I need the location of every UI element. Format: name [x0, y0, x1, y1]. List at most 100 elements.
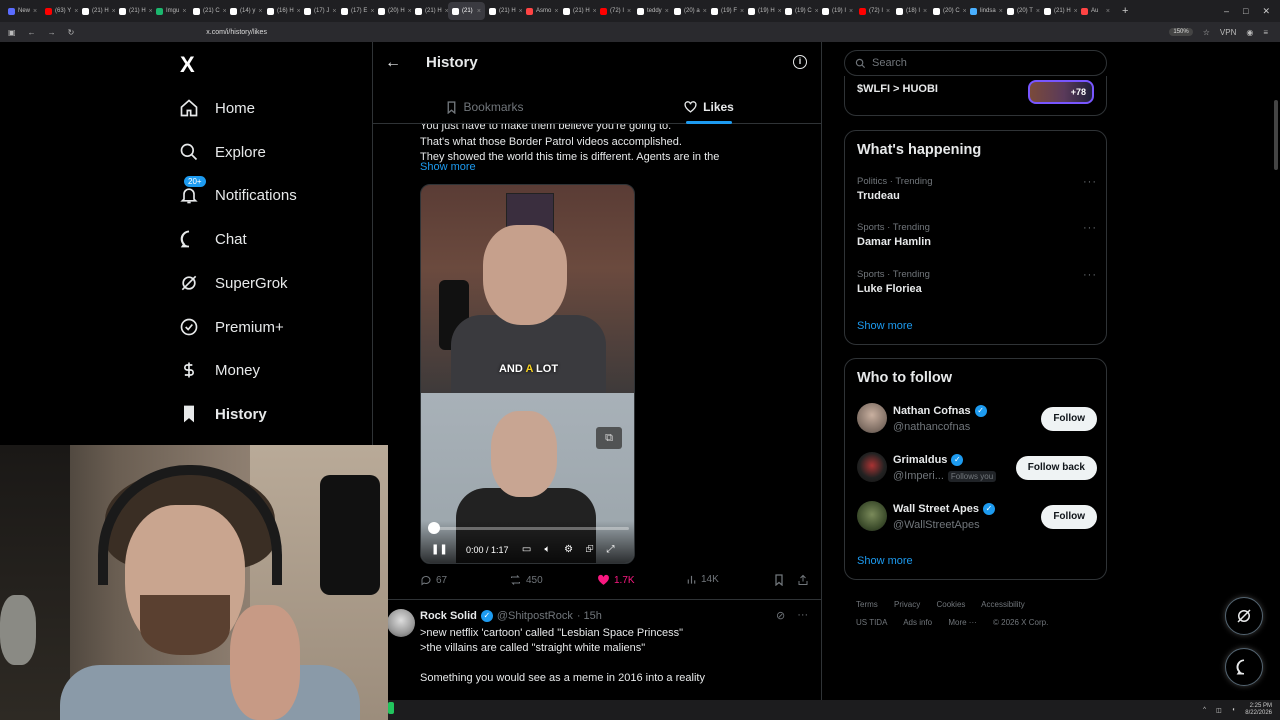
nav-item-explore[interactable]: Explore: [178, 137, 266, 167]
star-icon[interactable]: ☆: [1203, 28, 1210, 37]
captions-icon[interactable]: ▭: [520, 543, 534, 557]
close-window-icon[interactable]: ✕: [1262, 6, 1270, 17]
pip-icon[interactable]: ⧉: [596, 427, 622, 449]
taskbar-app-icon[interactable]: [388, 702, 394, 714]
browser-tab[interactable]: Imgu ×: [152, 2, 189, 20]
browser-tab[interactable]: (20) H ×: [374, 2, 411, 20]
close-tab-icon[interactable]: ×: [554, 8, 558, 15]
repost-button[interactable]: 450: [509, 574, 543, 586]
settings-gear-icon[interactable]: ⚙: [562, 543, 576, 557]
tweet-show-more[interactable]: Show more: [420, 161, 476, 173]
trends-show-more[interactable]: Show more: [857, 320, 913, 332]
author-name[interactable]: Rock Solid: [420, 610, 477, 622]
footer-link[interactable]: US TIDA: [856, 618, 887, 627]
vpn-badge[interactable]: VPN: [1220, 28, 1236, 37]
maximize-icon[interactable]: □: [1243, 6, 1248, 17]
browser-tab[interactable]: (21) H ×: [559, 2, 596, 20]
browser-tab[interactable]: (17) E ×: [337, 2, 374, 20]
browser-tab[interactable]: (19) I ×: [818, 2, 855, 20]
follow-suggestion[interactable]: Grimaldus ✓ @Imperi... Follows you Follo…: [857, 452, 1097, 486]
close-tab-icon[interactable]: ×: [665, 8, 669, 15]
nav-item-history[interactable]: History: [178, 399, 267, 429]
close-tab-icon[interactable]: ×: [477, 8, 481, 15]
more-options-icon[interactable]: ···: [1083, 222, 1097, 234]
browser-tab[interactable]: (19) F ×: [707, 2, 744, 20]
follow-button[interactable]: Follow: [1041, 505, 1097, 529]
tab-likes[interactable]: Likes: [597, 90, 821, 124]
browser-tab[interactable]: (20) T ×: [1003, 2, 1040, 20]
zoom-level[interactable]: 150%: [1169, 28, 1193, 36]
nav-item-home[interactable]: Home: [178, 93, 255, 123]
who-to-follow-show-more[interactable]: Show more: [857, 555, 913, 567]
browser-tab[interactable]: (72) I ×: [855, 2, 892, 20]
browser-tab[interactable]: (17) J ×: [300, 2, 337, 20]
nav-item-notifications[interactable]: 20+ Notifications: [178, 176, 297, 210]
browser-tab[interactable]: (21) H ×: [411, 2, 448, 20]
tweet-time[interactable]: · 15h: [577, 610, 602, 622]
video-player[interactable]: AND A LOT ⧉ ❚❚ 0:00 / 1:17 ▭ 🔈︎ ⚙ ⮺ ⤢: [420, 184, 635, 564]
back-nav-icon[interactable]: ←: [28, 28, 36, 37]
follow-back-button[interactable]: Follow back: [1015, 456, 1097, 480]
close-tab-icon[interactable]: ×: [332, 8, 336, 15]
browser-tab[interactable]: (19) H ×: [744, 2, 781, 20]
browser-tab[interactable]: (21) ×: [448, 2, 485, 20]
views-button[interactable]: 14K: [686, 574, 719, 585]
footer-link[interactable]: Privacy: [894, 600, 920, 609]
browser-tab[interactable]: New ×: [4, 2, 41, 20]
picture-in-picture-icon[interactable]: ⮺: [583, 543, 597, 557]
browser-tab[interactable]: lindsa ×: [966, 2, 1003, 20]
browser-tab[interactable]: (14) y ×: [226, 2, 263, 20]
author-handle[interactable]: @ShitpostRock: [497, 610, 573, 622]
trend-item[interactable]: Politics · Trending Trudeau ···: [857, 176, 1097, 202]
close-tab-icon[interactable]: ×: [1106, 8, 1110, 15]
footer-link[interactable]: Accessibility: [981, 600, 1025, 609]
footer-link[interactable]: More ···: [948, 618, 976, 627]
menu-icon[interactable]: ≡: [1263, 28, 1268, 37]
share-button[interactable]: [797, 574, 809, 586]
reload-icon[interactable]: ↻: [68, 28, 75, 37]
follow-button[interactable]: Follow: [1041, 407, 1097, 431]
grok-fab-icon[interactable]: [1225, 597, 1263, 635]
footer-link[interactable]: Cookies: [936, 600, 965, 609]
tab-bookmarks[interactable]: Bookmarks: [373, 90, 597, 124]
sidebar-toggle-icon[interactable]: ▣: [8, 28, 16, 37]
page-scrollbar[interactable]: [1274, 100, 1278, 170]
tray-chevron-icon[interactable]: ^: [1203, 707, 1206, 713]
search-input[interactable]: Search: [844, 50, 1107, 76]
follow-suggestion[interactable]: Wall Street Apes ✓ @WallStreetApes Follo…: [857, 501, 1097, 535]
avatar[interactable]: [857, 501, 887, 531]
forward-nav-icon[interactable]: →: [48, 28, 56, 37]
close-tab-icon[interactable]: ×: [923, 8, 927, 15]
footer-link[interactable]: Ads info: [903, 618, 932, 627]
promo-avatar-pill[interactable]: +78: [1028, 80, 1094, 104]
close-tab-icon[interactable]: ×: [258, 8, 262, 15]
volume-tray-icon[interactable]: ◖: [1232, 707, 1236, 713]
nav-item-supergrok[interactable]: SuperGrok: [178, 268, 288, 298]
info-icon[interactable]: i: [793, 55, 807, 69]
browser-tab[interactable]: (21) H ×: [115, 2, 152, 20]
trend-item[interactable]: Sports · Trending Luke Floriea ···: [857, 269, 1097, 295]
avatar[interactable]: [857, 403, 887, 433]
minimize-icon[interactable]: –: [1224, 6, 1229, 17]
back-arrow-icon[interactable]: ←: [385, 54, 401, 72]
video-scrubber-handle[interactable]: [428, 522, 440, 534]
footer-link[interactable]: Terms: [856, 600, 878, 609]
new-tab-button[interactable]: +: [1114, 5, 1136, 17]
grok-small-icon[interactable]: ⊘: [776, 609, 785, 622]
browser-tab[interactable]: teddy ×: [633, 2, 670, 20]
network-icon[interactable]: ◫: [1216, 707, 1222, 714]
close-tab-icon[interactable]: ×: [886, 8, 890, 15]
browser-tab[interactable]: (20) a ×: [670, 2, 707, 20]
more-options-icon[interactable]: ···: [1083, 176, 1097, 188]
reply-button[interactable]: 67: [420, 574, 447, 586]
close-tab-icon[interactable]: ×: [182, 8, 186, 15]
follow-suggestion[interactable]: Nathan Cofnas ✓ @nathancofnas Follow: [857, 403, 1097, 437]
like-button[interactable]: 1.7K: [597, 574, 635, 586]
browser-tab[interactable]: (19) C ×: [781, 2, 818, 20]
trend-item[interactable]: Sports · Trending Damar Hamlin ···: [857, 222, 1097, 248]
more-options-icon[interactable]: ···: [1083, 269, 1097, 281]
messages-fab-icon[interactable]: [1225, 648, 1263, 686]
url-field[interactable]: x.com/i/history/likes: [206, 29, 267, 36]
close-tab-icon[interactable]: ×: [849, 8, 853, 15]
browser-tab[interactable]: (63) Y ×: [41, 2, 78, 20]
